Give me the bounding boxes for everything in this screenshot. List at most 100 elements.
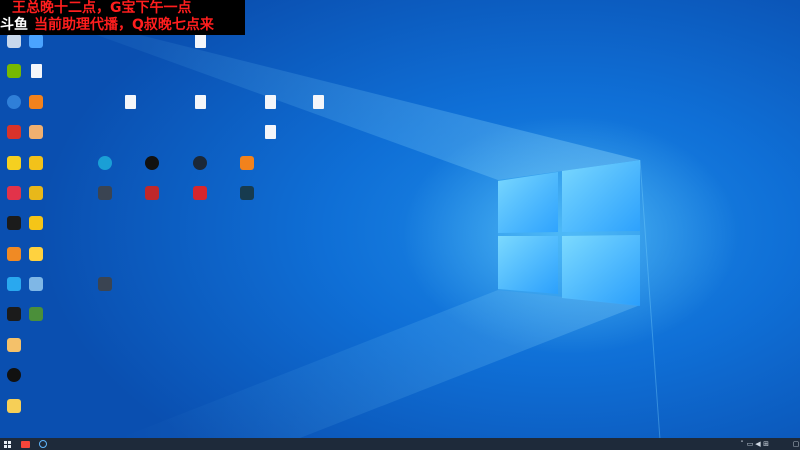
app-icon bbox=[29, 186, 43, 200]
desktop-icon-app-yellow-square[interactable] bbox=[22, 186, 50, 214]
desktop-icon-label bbox=[22, 111, 50, 116]
desktop-icon-label bbox=[233, 172, 261, 177]
desktop-icon-file-r1-a[interactable] bbox=[116, 95, 144, 123]
desktop-icon-file-top-mid[interactable] bbox=[186, 34, 214, 62]
douyu-badge: 斗鱼 bbox=[0, 17, 28, 33]
app-icon bbox=[29, 216, 43, 230]
desktop-icon-label bbox=[22, 293, 50, 298]
taskbar-app-2[interactable] bbox=[36, 438, 50, 450]
desktop-icon-label bbox=[91, 202, 119, 207]
desktop-icon-netease-music[interactable] bbox=[186, 186, 214, 214]
desktop-icon-label bbox=[91, 293, 119, 298]
desktop-icon-app-green-globe[interactable] bbox=[22, 307, 50, 335]
desktop-icon-label bbox=[256, 111, 284, 116]
desktop-icon-label bbox=[22, 50, 50, 55]
desktop-icon-app-orange2[interactable] bbox=[233, 156, 261, 184]
system-tray: ˄ ▭ ◀ ⊞ ▢ bbox=[738, 438, 800, 450]
desktop-icon-edge[interactable] bbox=[91, 156, 119, 184]
desktop-wallpaper bbox=[0, 0, 800, 438]
nvidia-icon bbox=[7, 64, 21, 78]
file-icon bbox=[312, 95, 324, 109]
file-icon bbox=[264, 125, 276, 139]
ime-icon[interactable]: ⊞ bbox=[762, 438, 770, 450]
desktop-icon-label bbox=[138, 202, 166, 207]
start-button[interactable] bbox=[0, 438, 14, 450]
app-icon bbox=[29, 95, 43, 109]
desktop-icon-app-teal[interactable] bbox=[233, 186, 261, 214]
desktop-icon-app-black-circle[interactable] bbox=[138, 156, 166, 184]
app-icon bbox=[240, 186, 254, 200]
app-icon bbox=[7, 368, 21, 382]
desktop-icon-app-p-yellow[interactable] bbox=[22, 216, 50, 244]
music-icon bbox=[193, 186, 207, 200]
desktop-icon-label bbox=[22, 141, 50, 146]
app-icon bbox=[39, 440, 47, 448]
stream-overlay-banner: 王总晚十二点，G宝下午一点 斗鱼 当前助理代播，Q叔晚七点来 bbox=[0, 0, 245, 35]
app-icon bbox=[7, 247, 21, 261]
desktop-icon-label bbox=[91, 172, 119, 177]
desktop-icon-app-dark-round[interactable] bbox=[0, 368, 28, 396]
desktop-icon-app-yellow-face[interactable] bbox=[22, 156, 50, 184]
app-icon bbox=[98, 277, 112, 291]
overlay-line-1: 王总晚十二点，G宝下午一点 bbox=[12, 0, 192, 16]
volume-icon[interactable]: ◀ bbox=[754, 438, 762, 450]
desktop-icon-app-c1r1b[interactable] bbox=[22, 34, 50, 62]
desktop-icon-file-c2r2[interactable] bbox=[22, 64, 50, 92]
desktop-icon-label bbox=[138, 172, 166, 177]
recycle-bin-icon bbox=[7, 34, 21, 48]
app-icon bbox=[7, 95, 21, 109]
app-icon bbox=[7, 338, 21, 352]
desktop-icon-label bbox=[22, 80, 50, 85]
taskbar-app-douyu[interactable] bbox=[18, 438, 32, 450]
overlay-line-2: 斗鱼 当前助理代播，Q叔晚七点来 bbox=[0, 17, 214, 34]
app-icon bbox=[7, 307, 21, 321]
app-icon bbox=[145, 156, 159, 170]
file-icon bbox=[194, 95, 206, 109]
overlay-line-2-text: 当前助理代播，Q叔晚七点来 bbox=[34, 17, 214, 33]
steam-icon bbox=[193, 156, 207, 170]
desktop-icon-label bbox=[186, 111, 214, 116]
app-icon bbox=[29, 125, 43, 139]
app-icon bbox=[7, 156, 21, 170]
windows-start-icon bbox=[3, 440, 11, 448]
desktop-icon-label bbox=[116, 111, 144, 116]
app-icon bbox=[29, 247, 43, 261]
app-icon bbox=[29, 156, 43, 170]
desktop-icon-label bbox=[0, 354, 28, 359]
desktop-icon-app-red-banner[interactable] bbox=[138, 186, 166, 214]
desktop-icon-label bbox=[304, 111, 332, 116]
file-icon bbox=[194, 34, 206, 48]
desktop-icon-steam[interactable] bbox=[186, 156, 214, 184]
file-icon bbox=[264, 95, 276, 109]
edge-icon bbox=[98, 156, 112, 170]
app-icon bbox=[29, 277, 43, 291]
desktop-icon-app-orange[interactable] bbox=[22, 95, 50, 123]
clock[interactable] bbox=[770, 439, 792, 449]
desktop-icon-label bbox=[186, 172, 214, 177]
network-icon[interactable]: ▭ bbox=[746, 438, 754, 450]
desktop-icon-app-character[interactable] bbox=[22, 125, 50, 153]
desktop-icon-file-r1-d[interactable] bbox=[304, 95, 332, 123]
desktop-icon-app-gun[interactable] bbox=[91, 186, 119, 214]
desktop-icon-app-bird[interactable] bbox=[22, 247, 50, 275]
desktop-icon-label bbox=[233, 202, 261, 207]
desktop-icon-app-gun2[interactable] bbox=[91, 277, 119, 305]
desktop-icon-label bbox=[22, 202, 50, 207]
desktop-icon-app-anime[interactable] bbox=[0, 338, 28, 366]
notification-icon[interactable]: ▢ bbox=[792, 438, 800, 450]
desktop-icon-app-cloud2[interactable] bbox=[22, 277, 50, 305]
desktop-icon-file-r1-c[interactable] bbox=[256, 95, 284, 123]
desktop-icon-label bbox=[0, 415, 28, 420]
taskbar: ˄ ▭ ◀ ⊞ ▢ bbox=[0, 438, 800, 450]
app-icon bbox=[98, 186, 112, 200]
desktop-icon-label bbox=[22, 323, 50, 328]
app-icon bbox=[145, 186, 159, 200]
desktop-icon-file-r2[interactable] bbox=[256, 125, 284, 153]
chevron-up-icon[interactable]: ˄ bbox=[738, 438, 746, 450]
app-icon bbox=[7, 277, 21, 291]
desktop-icon-folder-yellow[interactable] bbox=[0, 399, 28, 427]
desktop-icon-label bbox=[186, 202, 214, 207]
desktop-icon-label bbox=[186, 50, 214, 55]
desktop-icon-file-r1-b[interactable] bbox=[186, 95, 214, 123]
douyu-icon bbox=[20, 440, 30, 448]
